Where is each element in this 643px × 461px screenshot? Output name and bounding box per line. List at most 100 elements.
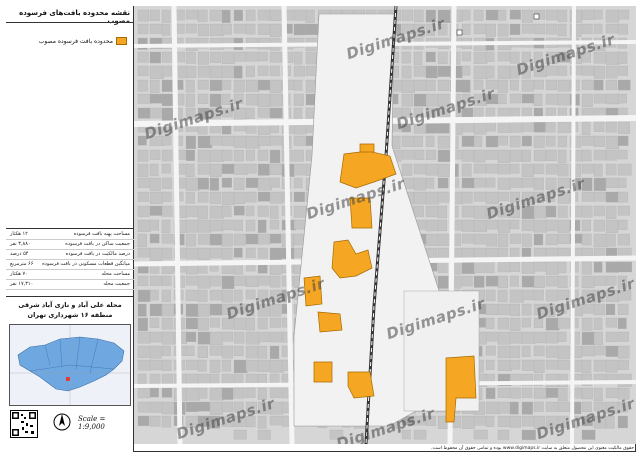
city-block xyxy=(473,233,486,245)
stat-row: جمعیت محله ۱۷,۳۱۰ نفر xyxy=(6,280,134,290)
city-block xyxy=(605,331,618,342)
city-block xyxy=(161,233,174,244)
city-block xyxy=(605,135,620,150)
city-block xyxy=(485,415,495,427)
city-block xyxy=(221,233,233,247)
city-block xyxy=(581,93,593,107)
city-block xyxy=(185,163,195,177)
city-block xyxy=(269,177,280,188)
city-block xyxy=(509,149,522,162)
city-block xyxy=(257,345,268,359)
city-block xyxy=(269,233,282,244)
city-block xyxy=(185,205,199,217)
city-block xyxy=(473,121,487,135)
city-block xyxy=(305,23,319,35)
city-block xyxy=(149,9,160,21)
city-block xyxy=(593,149,606,161)
city-block xyxy=(497,219,510,234)
city-block xyxy=(413,135,423,147)
city-block xyxy=(257,51,268,62)
city-block xyxy=(245,23,256,35)
city-block xyxy=(617,177,627,188)
city-block xyxy=(437,177,449,189)
city-block xyxy=(221,9,231,23)
north-arrow-icon xyxy=(52,412,72,432)
city-block xyxy=(161,401,175,415)
city-block xyxy=(545,373,560,388)
city-block xyxy=(293,177,303,189)
city-block xyxy=(461,247,475,260)
city-block xyxy=(245,317,255,331)
city-block xyxy=(497,79,508,93)
city-block xyxy=(185,359,200,370)
city-block xyxy=(245,345,259,359)
city-block xyxy=(437,121,450,134)
map-canvas[interactable]: Digimaps.ir Digimaps.ir Digimaps.ir Digimap… xyxy=(134,6,636,444)
city-block xyxy=(197,191,209,203)
city-block xyxy=(437,149,452,162)
city-block xyxy=(161,79,173,92)
city-block xyxy=(185,177,200,191)
city-block xyxy=(209,233,224,246)
city-block xyxy=(521,149,531,162)
city-block xyxy=(581,345,596,357)
city-block xyxy=(293,93,304,106)
city-block xyxy=(605,9,620,23)
city-block xyxy=(233,373,244,384)
city-block xyxy=(437,205,448,219)
city-block xyxy=(497,303,510,316)
city-block xyxy=(185,275,199,286)
city-block xyxy=(437,219,447,231)
city-block xyxy=(401,65,412,79)
city-block xyxy=(413,163,427,175)
city-block xyxy=(185,289,199,301)
city-block xyxy=(197,163,211,175)
city-block xyxy=(233,9,243,21)
city-block xyxy=(245,191,257,203)
city-block xyxy=(533,247,546,258)
city-block xyxy=(149,79,160,93)
city-block xyxy=(485,261,495,274)
city-block xyxy=(257,429,271,440)
city-block xyxy=(593,23,603,34)
city-block xyxy=(473,191,488,202)
copyright-footer: حقوق مالکیت معنوی این محصول متعلق به سای… xyxy=(431,446,634,451)
city-block xyxy=(533,359,545,373)
city-block xyxy=(161,177,172,189)
city-block xyxy=(521,331,536,344)
city-block xyxy=(437,163,451,178)
city-block xyxy=(425,233,440,246)
city-block xyxy=(497,163,511,175)
city-block xyxy=(533,233,544,246)
city-block xyxy=(509,415,521,428)
city-block xyxy=(521,233,532,247)
city-block xyxy=(521,317,531,328)
city-block xyxy=(221,149,233,161)
city-block xyxy=(257,191,271,202)
city-block xyxy=(617,317,627,329)
city-block xyxy=(197,247,211,260)
city-block xyxy=(605,359,618,373)
city-block xyxy=(569,9,583,23)
city-block xyxy=(593,261,603,273)
city-block xyxy=(233,65,243,79)
city-block xyxy=(413,65,428,77)
map-svg xyxy=(134,6,636,444)
city-block xyxy=(461,233,476,244)
city-block xyxy=(149,345,162,359)
city-block xyxy=(137,275,149,287)
city-block xyxy=(221,163,236,174)
city-block xyxy=(605,163,617,176)
city-block xyxy=(545,135,556,147)
city-block xyxy=(497,135,508,146)
tehran-boundary xyxy=(17,336,125,392)
city-block xyxy=(245,331,260,345)
city-block xyxy=(257,163,270,176)
city-block xyxy=(161,163,171,174)
city-block xyxy=(185,65,197,78)
city-block xyxy=(461,177,475,189)
city-block xyxy=(257,9,271,21)
city-block xyxy=(161,289,171,302)
city-block xyxy=(557,135,567,148)
city-block xyxy=(401,79,415,93)
